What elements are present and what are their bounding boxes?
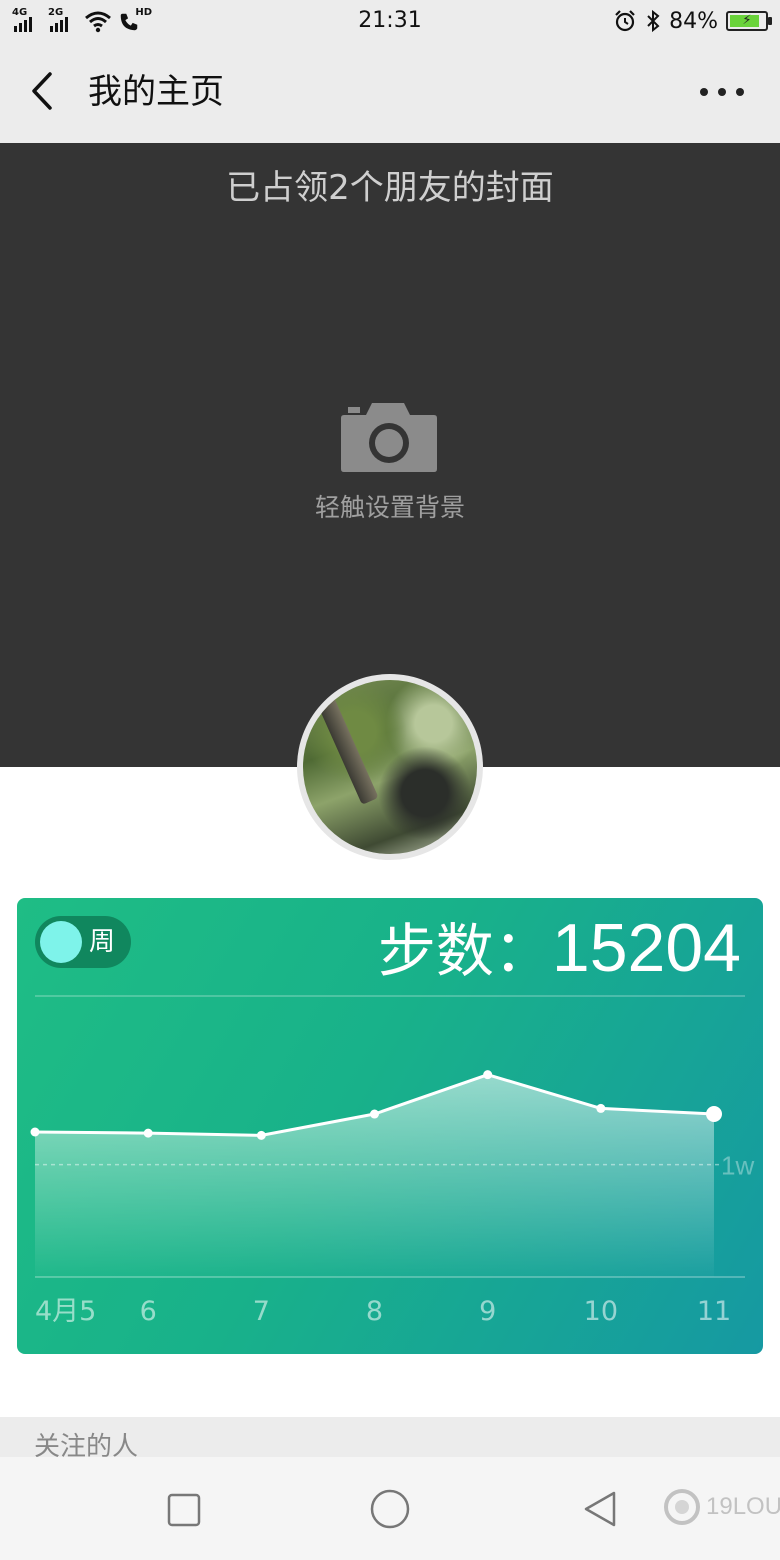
- step-card[interactable]: 1w 4月5 6 7 8 9 10 11 周 步数： 15204: [17, 898, 763, 1354]
- more-options-button[interactable]: [694, 72, 750, 112]
- alarm-icon: [615, 10, 635, 32]
- wifi-icon: [85, 11, 111, 33]
- battery-percent: 84%: [669, 8, 718, 34]
- signal-icon: 4G: [12, 8, 42, 34]
- back-nav-icon[interactable]: [580, 1489, 620, 1529]
- data-point: [706, 1106, 722, 1123]
- toggle-knob: [40, 921, 82, 963]
- more-dot-icon: [700, 88, 708, 96]
- set-background-hint[interactable]: 轻触设置背景: [0, 491, 780, 525]
- status-left: 4G 2G HD: [12, 6, 152, 36]
- x-tick-label: 4月5: [35, 1296, 96, 1327]
- x-tick-label: 7: [253, 1296, 270, 1327]
- battery-icon: ⚡: [726, 11, 772, 31]
- data-point: [256, 1130, 266, 1140]
- reference-line-label: 1w: [721, 1151, 754, 1181]
- data-point: [483, 1070, 493, 1080]
- following-section[interactable]: 关注的人: [0, 1417, 780, 1457]
- following-label: 关注的人: [34, 1432, 139, 1457]
- charging-icon: ⚡: [742, 13, 752, 28]
- screen: 4G 2G HD 21:31 84% ⚡ 我的主页 已占领2个朋友的封面 轻触设…: [0, 0, 780, 1560]
- back-arrow-icon[interactable]: [22, 68, 68, 114]
- signal-icon-secondary: 2G: [48, 8, 78, 34]
- status-bar: 4G 2G HD 21:31 84% ⚡: [0, 0, 780, 42]
- data-point: [143, 1128, 153, 1138]
- x-tick-label: 11: [697, 1296, 731, 1327]
- x-tick-label: 6: [140, 1296, 157, 1327]
- home-icon[interactable]: [369, 1488, 411, 1530]
- x-tick-label: 10: [584, 1296, 618, 1327]
- data-point: [370, 1109, 379, 1119]
- toggle-label: 周: [89, 927, 116, 957]
- system-nav-bar: 19LOU: [0, 1457, 780, 1560]
- avatar-photo: [303, 680, 477, 854]
- step-area: [35, 1074, 714, 1277]
- camera-icon[interactable]: [340, 401, 438, 473]
- cover-caption: 已占领2个朋友的封面: [226, 168, 554, 208]
- data-point: [596, 1103, 606, 1113]
- hd-badge: HD: [135, 7, 152, 18]
- recent-apps-icon[interactable]: [166, 1492, 202, 1528]
- more-dot-icon: [718, 88, 726, 96]
- watermark-text: 19LOU: [706, 1493, 780, 1520]
- data-point: [30, 1127, 40, 1137]
- step-count-value: 15204: [551, 910, 741, 986]
- app-header: 我的主页: [0, 42, 780, 143]
- step-count: 步数： 15204: [378, 908, 741, 988]
- more-dot-icon: [736, 88, 744, 96]
- x-tick-label: 8: [366, 1296, 383, 1327]
- x-tick-label: 9: [479, 1296, 496, 1327]
- watermark-logo-icon: [664, 1489, 700, 1525]
- week-toggle[interactable]: 周: [35, 916, 131, 968]
- step-count-label: 步数：: [377, 917, 552, 985]
- bluetooth-icon: [647, 9, 660, 33]
- volte-call-icon: HD: [118, 8, 152, 34]
- page-title: 我的主页: [88, 72, 224, 112]
- avatar[interactable]: [297, 674, 483, 860]
- status-right: 84% ⚡: [613, 6, 772, 36]
- site-watermark: 19LOU: [662, 1485, 780, 1529]
